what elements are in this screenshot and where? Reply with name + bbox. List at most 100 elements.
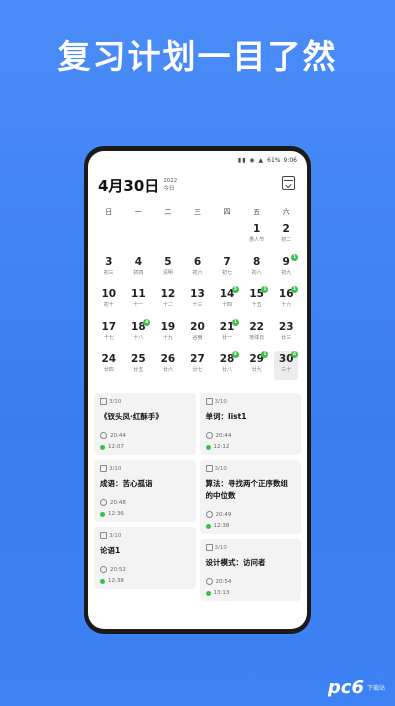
day-number: 23 <box>278 320 294 333</box>
calendar-day[interactable]: 9 初九 1 <box>271 253 301 287</box>
calendar-day[interactable]: 25 廿五 <box>124 351 154 384</box>
calendar-day[interactable]: 4 初四 <box>124 254 154 287</box>
weekday-label: 二 <box>164 208 172 216</box>
calendar-day[interactable]: 5 清明 <box>153 254 183 287</box>
review-count-badge: 4 <box>290 351 298 358</box>
calendar-day[interactable]: 16 十六 1 <box>271 286 301 319</box>
calendar-day[interactable]: 27 廿七 <box>183 351 213 384</box>
calendar-day[interactable]: 3 初三 <box>94 254 124 287</box>
watermark-text: 下载站 <box>366 685 385 692</box>
calendar-day[interactable]: 29 廿九 1 <box>242 351 272 384</box>
calendar-empty-cell <box>212 221 242 254</box>
current-date: 4月30日 <box>98 176 160 195</box>
created-time-text: 20:49 <box>215 511 232 518</box>
lunar-date: 廿一 <box>222 334 233 341</box>
lunar-date: 初二 <box>281 237 292 243</box>
next-review-text: 12:38 <box>213 523 230 529</box>
calendar-day[interactable]: 12 十二 <box>153 286 183 319</box>
clock-icon <box>205 432 213 439</box>
clock-icon <box>100 432 107 439</box>
review-card[interactable]: 3/10 设计模式：访问者 20:54 13:13 <box>199 539 301 601</box>
headline: 复习计划一目了然 <box>57 37 338 76</box>
created-time: 20:49 <box>205 511 296 518</box>
calendar-day[interactable]: 6 初六 <box>183 254 213 287</box>
card-column-left: 3/10 《钗头凤·红酥手》 20:44 12:07 3/10 成语：苦心孤诣 20:48 1… <box>94 393 196 601</box>
lunar-date: 十一 <box>133 302 144 308</box>
date-meta: 2022 今日 <box>163 177 177 193</box>
calendar-day[interactable]: 22 地球日 <box>242 319 272 352</box>
next-review-text: 12:12 <box>213 444 230 450</box>
review-card[interactable]: 3/10 论语1 20:52 12:38 <box>94 527 196 589</box>
weekday-label: 五 <box>253 208 261 216</box>
next-review-text: 12:38 <box>108 578 124 584</box>
calendar-day[interactable]: 14 十四 5 <box>212 286 242 319</box>
lunar-date: 地球日 <box>249 334 265 341</box>
next-review-time: 12:07 <box>100 444 190 450</box>
calendar-day[interactable]: 15 十五 1 <box>242 286 272 319</box>
status-dot-icon <box>100 444 105 450</box>
lunar-date: 十八 <box>133 334 144 341</box>
status-dot-icon <box>205 590 211 596</box>
year-label: 2022 <box>163 178 178 184</box>
checkbox-icon <box>205 398 213 405</box>
calendar-day[interactable]: 28 廿八 4 <box>212 351 242 384</box>
review-card[interactable]: 3/10 单词：list1 20:44 12:12 <box>199 393 301 455</box>
calendar-day[interactable]: 17 十七 <box>94 319 124 352</box>
day-number: 3 <box>105 255 113 268</box>
battery-level: 61% <box>267 156 281 164</box>
review-count-badge: 1 <box>290 253 298 261</box>
lunar-date: 十六 <box>281 302 292 308</box>
lunar-date: 十二 <box>162 302 173 308</box>
calendar-day[interactable]: 8 初八 <box>242 254 272 287</box>
progress-count: 3/10 <box>205 398 296 405</box>
lunar-date: 十七 <box>103 334 114 341</box>
lunar-date: 十四 <box>222 302 233 308</box>
calendar-day[interactable]: 13 十三 <box>183 286 213 319</box>
progress-count-text: 3/10 <box>109 532 122 539</box>
review-card[interactable]: 3/10 成语：苦心孤诣 20:48 12:36 <box>94 460 196 522</box>
calendar-day[interactable]: 20 谷雨 <box>183 319 213 352</box>
lunar-date: 初八 <box>251 269 262 276</box>
day-number: 12 <box>160 288 176 300</box>
lunar-date: 十三 <box>192 302 203 308</box>
lunar-date: 廿七 <box>192 367 203 373</box>
created-time: 20:54 <box>205 578 296 585</box>
day-number: 11 <box>131 288 146 300</box>
lunar-date: 初十 <box>103 302 114 308</box>
calendar-day[interactable]: 23 廿三 <box>271 319 301 352</box>
today-label[interactable]: 今日 <box>163 185 177 193</box>
clock-icon <box>205 511 213 518</box>
review-card[interactable]: 3/10 算法：寻找两个正序数组的中位数 20:49 12:38 <box>199 460 301 534</box>
calendar-day[interactable]: 30 三十 4 <box>271 351 301 384</box>
review-card[interactable]: 3/10 《钗头凤·红酥手》 20:44 12:07 <box>94 393 196 455</box>
created-time: 20:52 <box>100 566 190 573</box>
created-time-text: 20:52 <box>110 566 126 573</box>
calendar-icon[interactable] <box>282 176 295 190</box>
status-bar: ▮▮ ◉ ▲ 61% 9:06 <box>88 151 307 169</box>
calendar-day[interactable]: 26 廿六 <box>153 351 183 384</box>
next-review-time: 12:36 <box>100 511 190 517</box>
lunar-date: 十五 <box>251 302 262 308</box>
day-number: 8 <box>252 255 261 268</box>
calendar-day[interactable]: 2 初二 <box>271 221 301 254</box>
calendar-day[interactable]: 18 十八 4 <box>124 318 154 352</box>
next-review-time: 12:38 <box>205 523 296 529</box>
calendar-day[interactable]: 1 愚人节 <box>242 221 272 254</box>
calendar-empty-cell <box>94 221 124 254</box>
created-time: 20:44 <box>205 432 296 439</box>
card-title: 成语：苦心孤诣 <box>100 479 153 488</box>
weekday-label: 四 <box>223 208 231 216</box>
card-title: 论语1 <box>100 546 121 555</box>
lunar-date: 初九 <box>281 269 292 276</box>
calendar-day[interactable]: 10 初十 <box>94 286 124 319</box>
card-column-right: 3/10 单词：list1 20:44 12:12 3/10 算法：寻找两个正序数组的中位… <box>199 393 301 601</box>
calendar-day[interactable]: 7 初七 <box>212 254 242 287</box>
calendar-day[interactable]: 21 廿一 1 <box>212 318 242 352</box>
status-dot-icon <box>205 523 211 529</box>
calendar-day[interactable]: 24 廿四 <box>94 351 124 384</box>
watermark: pc6 下载站 <box>328 677 385 698</box>
lunar-date: 三十 <box>281 367 292 373</box>
calendar-header: 4月30日 2022 今日 <box>88 169 307 201</box>
calendar-day[interactable]: 19 十九 <box>153 319 183 352</box>
calendar-day[interactable]: 11 十一 <box>124 286 154 319</box>
